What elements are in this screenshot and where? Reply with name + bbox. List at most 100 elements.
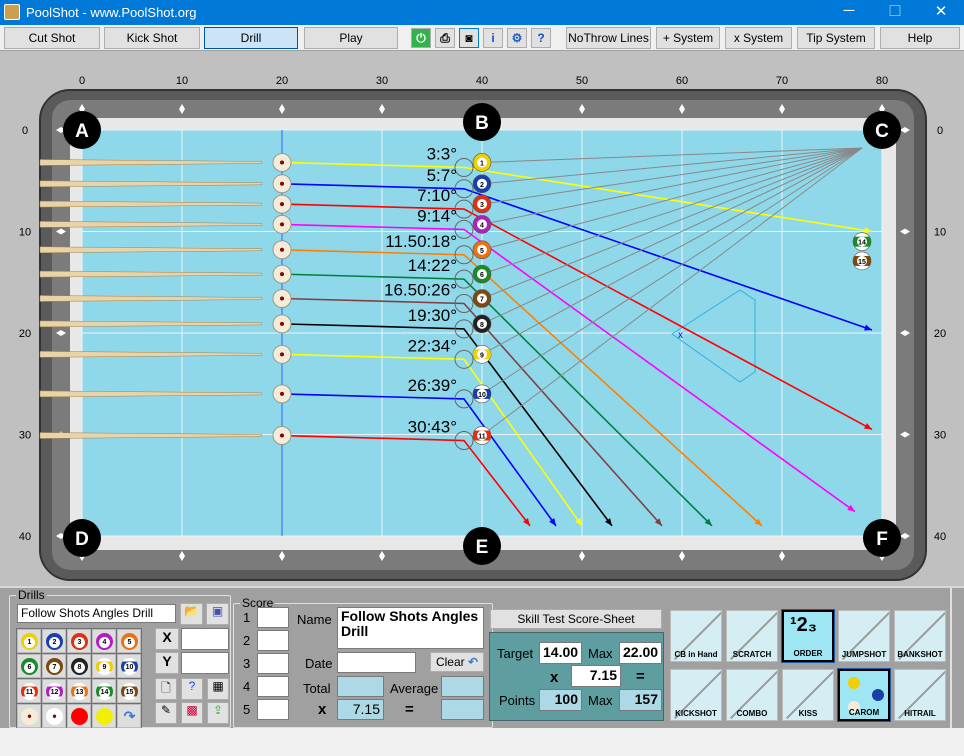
angle-label: 19:30° (408, 306, 457, 325)
multiplier-input[interactable]: 7.15 (571, 665, 621, 687)
edit-notes-icon[interactable]: ✎ (155, 702, 177, 724)
gear-icon[interactable]: ⚙ (507, 28, 527, 48)
svg-text:5: 5 (480, 248, 484, 255)
clear-button[interactable]: Clear ↶ (430, 652, 484, 672)
ball-button-10[interactable]: 10 (117, 654, 141, 678)
shot-type-kickshot[interactable]: KICKSHOT (670, 669, 722, 721)
y-tick-label: 10 (934, 227, 946, 239)
date-input[interactable] (337, 652, 416, 673)
name-input[interactable]: Follow Shots Angles Drill (337, 607, 484, 649)
angle-label: 3:3° (427, 144, 457, 163)
score-row-number: 2 (243, 633, 251, 648)
info-icon[interactable]: i (483, 28, 503, 48)
nothrow-lines-button[interactable]: NoThrow Lines (566, 27, 651, 49)
ball-button-12[interactable]: 12 (42, 679, 66, 703)
y-input[interactable] (181, 652, 229, 674)
yellow-ball-button[interactable] (92, 704, 116, 728)
score-input-1[interactable] (257, 607, 289, 628)
shot-type-kiss[interactable]: KISS (782, 669, 834, 721)
shot-type-label: JUMPSHOT (841, 650, 887, 659)
object-ball-8: 8 (472, 314, 492, 334)
table-list-icon[interactable]: ▦ (207, 678, 229, 700)
x-system-button[interactable]: x System (725, 27, 792, 49)
pool-table[interactable]: 0 10 20 30 40 50 60 70 80 0 0 10 10 20 20 30 30 40 40 x A B C D… (0, 51, 964, 586)
drill-button[interactable]: Drill (204, 27, 298, 49)
ball-button-8[interactable]: 8 (67, 654, 91, 678)
maximize-button[interactable]: ☐ (872, 2, 918, 24)
tip-system-button[interactable]: Tip System (797, 27, 875, 49)
angle-label: 11.50:18° (385, 232, 457, 251)
ball-button-1[interactable]: 1 (17, 629, 41, 653)
object-ball-10: 10 (472, 384, 492, 404)
redo-button[interactable]: ↷ (117, 704, 141, 728)
document-help-icon[interactable]: ? (181, 678, 203, 700)
x-button[interactable]: X (155, 628, 179, 650)
help-doc-icon[interactable]: ? (531, 28, 551, 48)
shot-type-bankshot[interactable]: BANKSHOT (894, 610, 946, 662)
ball-button-13[interactable]: 13 (67, 679, 91, 703)
yellow-ball-icon (96, 708, 113, 725)
color-grid-icon[interactable]: ▩ (181, 702, 203, 724)
play-button[interactable]: Play (304, 27, 398, 49)
score-input-3[interactable] (257, 653, 289, 674)
white-ball-button[interactable]: • (42, 704, 66, 728)
ball-button-3[interactable]: 3 (67, 629, 91, 653)
help-button[interactable]: Help (880, 27, 960, 49)
kick-shot-button[interactable]: Kick Shot (104, 27, 200, 49)
total-field (337, 676, 384, 697)
y-button[interactable]: Y (155, 652, 179, 674)
shot-type-combo[interactable]: COMBO (726, 669, 778, 721)
object-ball-4: 4 (472, 215, 492, 234)
svg-text:2: 2 (480, 182, 484, 189)
plus-system-button[interactable]: + System (656, 27, 720, 49)
pocket-label: B (475, 113, 489, 134)
score-input-5[interactable] (257, 699, 289, 720)
ball-button-11[interactable]: 11 (17, 679, 41, 703)
shot-type-carom[interactable]: CAROM (837, 668, 891, 722)
ball-button-7[interactable]: 7 (42, 654, 66, 678)
power-icon[interactable]: ⏻ (411, 28, 431, 48)
shot-type-cb-in-hand[interactable]: CB in Hand (670, 610, 722, 662)
camera-icon[interactable]: ◙ (459, 28, 479, 48)
multiply-label: x (550, 669, 559, 686)
ball-button-15[interactable]: 15 (117, 679, 141, 703)
shot-type-order[interactable]: ¹2₃ ORDER (781, 609, 835, 663)
ball-button-9[interactable]: 9 (92, 654, 116, 678)
svg-text:11: 11 (478, 434, 486, 441)
cue-ball-button[interactable]: • (17, 704, 41, 728)
shot-type-jumpshot[interactable]: JUMPSHOT (838, 610, 890, 662)
ball-button-4[interactable]: 4 (92, 629, 116, 653)
shot-type-label: ORDER (793, 649, 823, 658)
shot-type-label: BANKSHOT (897, 650, 943, 659)
clear-label: Clear (435, 655, 465, 669)
skill-test-score-sheet-button[interactable]: Skill Test Score-Sheet (490, 609, 662, 629)
new-document-icon[interactable]: 🗋 (155, 678, 177, 700)
score-input-4[interactable] (257, 676, 289, 697)
printer-icon[interactable]: ⎙ (435, 28, 455, 48)
ball-button-6[interactable]: 6 (17, 654, 41, 678)
ball-button-5[interactable]: 5 (117, 629, 141, 653)
svg-text:6: 6 (480, 272, 484, 279)
export-folder-icon[interactable]: ⇪ (207, 702, 229, 724)
open-folder-icon[interactable]: 📂 (180, 603, 203, 625)
cue-ball (272, 344, 292, 364)
drill-name-input[interactable]: Follow Shots Angles Drill (17, 604, 176, 623)
shot-type-hitrail[interactable]: HITRAIL (894, 669, 946, 721)
save-disk-icon[interactable]: ▣ (206, 603, 229, 625)
max-label: Max (588, 646, 613, 661)
cut-shot-button[interactable]: Cut Shot (4, 27, 100, 49)
x-input[interactable] (181, 628, 229, 650)
shot-type-scratch[interactable]: SCRATCH (726, 610, 778, 662)
minimize-button[interactable]: ─ (826, 2, 872, 24)
score-input-2[interactable] (257, 630, 289, 651)
equals-label: = (405, 701, 414, 718)
svg-text:15: 15 (858, 259, 866, 266)
close-button[interactable]: ✕ (918, 2, 964, 24)
red-ball-button[interactable] (67, 704, 91, 728)
max-input[interactable]: 22.00 (619, 642, 662, 664)
angle-label: 30:43° (408, 418, 457, 437)
ball-button-2[interactable]: 2 (42, 629, 66, 653)
target-input[interactable]: 14.00 (539, 642, 582, 664)
ball-button-14[interactable]: 14 (92, 679, 116, 703)
date-label: Date (305, 656, 333, 671)
